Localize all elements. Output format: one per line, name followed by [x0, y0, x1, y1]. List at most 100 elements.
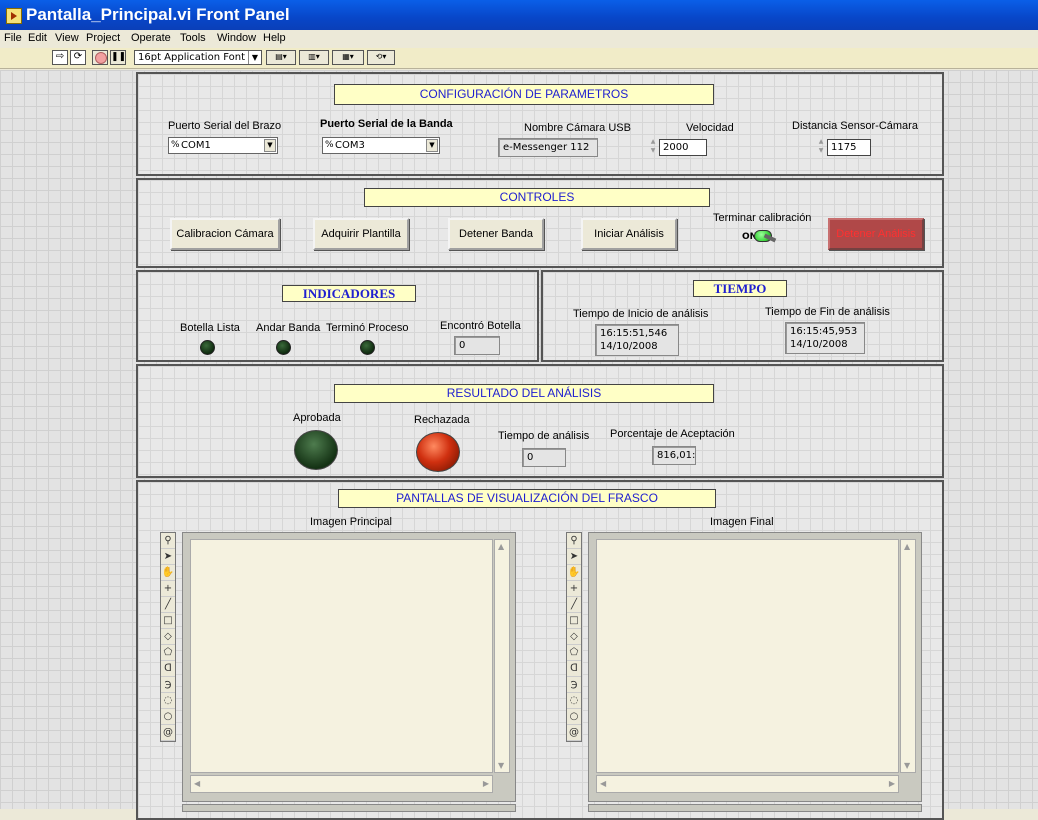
reorder-icon[interactable]: ⟲▾: [367, 50, 395, 65]
rotated-rect-icon[interactable]: ◇: [567, 629, 581, 645]
scroll-left-icon: ◀: [194, 779, 201, 788]
scroll-up-icon: ▲: [904, 542, 911, 551]
zoom-icon[interactable]: ⚲: [161, 533, 175, 549]
spiral-icon[interactable]: @: [567, 725, 581, 741]
align-objects-icon[interactable]: ▤▾: [266, 50, 296, 65]
point-icon[interactable]: +: [161, 581, 175, 597]
calibracion-camara-button[interactable]: Calibracion Cámara: [170, 218, 280, 250]
imagen-principal-display[interactable]: ▲ ▼ ◀ ▶: [182, 532, 516, 802]
scroll-up-icon: ▲: [498, 542, 505, 551]
andar-banda-led: [276, 340, 291, 355]
imagen-final-canvas[interactable]: [596, 539, 899, 773]
toolbar: ⇨ ⟳ ❚❚ 16pt Application Font ▼ ▤▾ ▥▾ ▦▾ …: [0, 48, 1038, 69]
rechazada-label: Rechazada: [414, 414, 470, 426]
freehand-icon[interactable]: ᗡ: [567, 661, 581, 677]
spiral-icon[interactable]: ○: [161, 709, 175, 725]
freehand-icon[interactable]: ᗡ: [161, 661, 175, 677]
resize-objects-icon[interactable]: ▦▾: [332, 50, 364, 65]
annulus-icon[interactable]: ℈: [567, 677, 581, 693]
menu-bar: File Edit View Project Operate Tools Win…: [0, 30, 1038, 48]
menu-view[interactable]: View: [55, 32, 79, 44]
polygon-icon[interactable]: ⬠: [161, 645, 175, 661]
scroll-down-icon: ▼: [904, 761, 911, 770]
velocidad-input[interactable]: 2000: [659, 139, 707, 156]
pointer-icon[interactable]: ➤: [161, 549, 175, 565]
banda-label: Puerto Serial de la Banda: [320, 118, 453, 130]
imagen-principal-shelf: [182, 804, 516, 812]
menu-tools[interactable]: Tools: [180, 32, 206, 44]
font-selector[interactable]: 16pt Application Font ▼: [134, 50, 262, 65]
camara-name-field[interactable]: e-Messenger 112: [498, 138, 598, 157]
pan-hand-icon[interactable]: ✋: [161, 565, 175, 581]
polygon-icon[interactable]: ⬠: [567, 645, 581, 661]
resultado-header: RESULTADO DEL ANÁLISIS: [334, 384, 714, 403]
annulus-icon[interactable]: ℈: [161, 677, 175, 693]
termino-proceso-led: [360, 340, 375, 355]
oval-icon[interactable]: ◌: [567, 693, 581, 709]
detener-analisis-button[interactable]: Detener Análisis: [828, 218, 924, 250]
vertical-scrollbar[interactable]: ▲ ▼: [494, 539, 510, 773]
image-tools-palette-final: ⚲ ➤ ✋ + ╱ □ ◇ ⬠ ᗡ ℈ ◌ ○ @: [566, 532, 582, 742]
termino-proceso-label: Terminó Proceso: [326, 322, 409, 334]
pantallas-header: PANTALLAS DE VISUALIZACIÓN DEL FRASCO: [338, 489, 716, 508]
tiempo-section: TIEMPO Tiempo de Inicio de análisis 16:1…: [541, 270, 944, 362]
terminar-calibracion-label: Terminar calibración: [713, 212, 812, 224]
velocidad-spinner[interactable]: ▲ ▼: [648, 137, 658, 156]
menu-project[interactable]: Project: [86, 32, 120, 44]
detener-banda-button[interactable]: Detener Banda: [448, 218, 544, 250]
scroll-right-icon: ▶: [482, 779, 489, 788]
line-icon[interactable]: ╱: [161, 597, 175, 613]
chevron-down-icon[interactable]: ▼: [426, 139, 438, 152]
distribute-objects-icon[interactable]: ▥▾: [299, 50, 329, 65]
adquirir-plantilla-button[interactable]: Adquirir Plantilla: [313, 218, 409, 250]
abort-icon[interactable]: [92, 50, 108, 65]
indicadores-section: INDICADORES Botella Lista Andar Banda Te…: [136, 270, 539, 362]
zoom-icon[interactable]: ⚲: [567, 533, 581, 549]
chevron-down-icon[interactable]: ▼: [264, 139, 276, 152]
pan-hand-icon[interactable]: ✋: [567, 565, 581, 581]
brazo-port-select[interactable]: % COM1 ▼: [168, 137, 278, 154]
menu-file[interactable]: File: [4, 32, 22, 44]
run-continuous-icon[interactable]: ⟳: [70, 50, 86, 65]
menu-operate[interactable]: Operate: [131, 32, 171, 44]
pause-icon[interactable]: ❚❚: [110, 50, 126, 65]
spiral-icon[interactable]: ○: [567, 709, 581, 725]
imagen-final-display[interactable]: ▲ ▼ ◀ ▶: [588, 532, 922, 802]
run-arrow-icon[interactable]: ⇨: [52, 50, 68, 65]
config-header: CONFIGURACIÓN DE PARAMETROS: [334, 84, 714, 105]
pointer-icon[interactable]: ➤: [567, 549, 581, 565]
rectangle-icon[interactable]: □: [161, 613, 175, 629]
imagen-final-shelf: [588, 804, 922, 812]
banda-port-select[interactable]: % COM3 ▼: [322, 137, 440, 154]
title-bar: Pantalla_Principal.vi Front Panel: [0, 0, 1038, 30]
camara-label: Nombre Cámara USB: [524, 122, 631, 134]
menu-window[interactable]: Window: [217, 32, 256, 44]
point-icon[interactable]: +: [567, 581, 581, 597]
line-icon[interactable]: ╱: [567, 597, 581, 613]
distancia-spinner[interactable]: ▲ ▼: [816, 137, 826, 156]
brazo-label: Puerto Serial del Brazo: [168, 120, 282, 132]
distancia-input[interactable]: 1175: [827, 139, 871, 156]
resultado-section: RESULTADO DEL ANÁLISIS Aprobada Rechazad…: [136, 364, 944, 478]
botella-lista-label: Botella Lista: [180, 322, 240, 334]
chevron-down-icon: ▼: [248, 51, 261, 64]
fin-timestamp: 16:15:45,953 14/10/2008: [785, 322, 865, 354]
velocidad-label: Velocidad: [686, 122, 734, 134]
iniciar-analisis-button[interactable]: Iniciar Análisis: [581, 218, 677, 250]
horizontal-scrollbar[interactable]: ◀ ▶: [596, 775, 899, 793]
horizontal-scrollbar[interactable]: ◀ ▶: [190, 775, 493, 793]
menu-edit[interactable]: Edit: [28, 32, 47, 44]
inicio-timestamp: 16:15:51,546 14/10/2008: [595, 324, 679, 356]
rotated-rect-icon[interactable]: ◇: [161, 629, 175, 645]
labview-vi-icon: [6, 8, 22, 24]
spiral-icon[interactable]: @: [161, 725, 175, 741]
terminar-calibracion-switch[interactable]: ON: [742, 230, 778, 244]
menu-help[interactable]: Help: [263, 32, 286, 44]
window-title: Pantalla_Principal.vi Front Panel: [26, 5, 290, 24]
oval-icon[interactable]: ◌: [161, 693, 175, 709]
vertical-scrollbar[interactable]: ▲ ▼: [900, 539, 916, 773]
rechazada-led: [416, 432, 460, 472]
imagen-principal-canvas[interactable]: [190, 539, 493, 773]
config-section: CONFIGURACIÓN DE PARAMETROS Puerto Seria…: [136, 72, 944, 176]
rectangle-icon[interactable]: □: [567, 613, 581, 629]
